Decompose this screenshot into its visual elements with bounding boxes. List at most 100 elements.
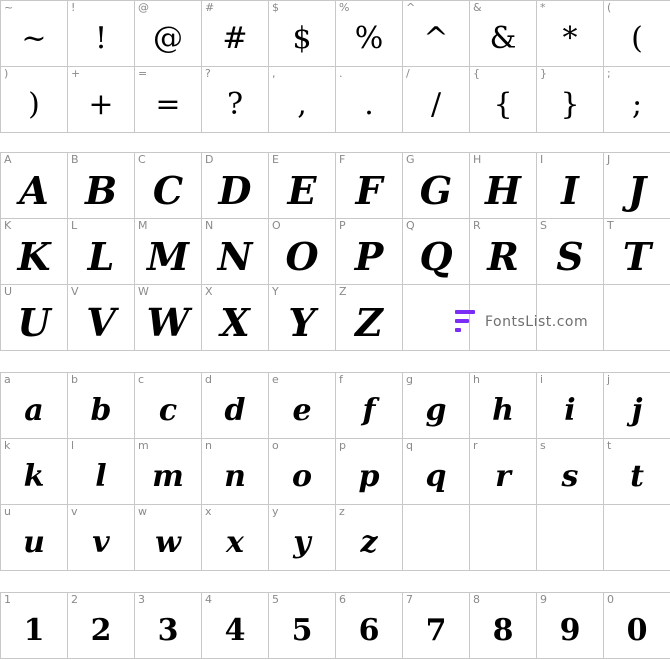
glyph-sample: ! [94, 21, 108, 56]
glyph-sample: C [152, 168, 184, 213]
empty-cell [604, 505, 670, 571]
uppercase-cell: NN [202, 219, 269, 285]
symbol-cell: (( [604, 1, 670, 67]
empty-cell [403, 505, 470, 571]
digit-cell: 44 [202, 593, 269, 659]
digit-cell: 66 [336, 593, 403, 659]
glyph-sample: b [90, 393, 112, 428]
glyph-sample: t [630, 459, 644, 494]
lowercase-cell: oo [269, 439, 336, 505]
uppercase-cell: QQ [403, 219, 470, 285]
uppercase-cell: PP [336, 219, 403, 285]
symbol-cell: / / [403, 67, 470, 133]
glyph-sample: Q [419, 234, 453, 279]
symbol-cell: !! [68, 1, 135, 67]
digits-section: 11223344556677889900 [0, 592, 670, 659]
glyph-sample: U [17, 300, 51, 345]
lowercase-cell: ss [537, 439, 604, 505]
symbol-cell: {{ [470, 67, 537, 133]
glyph-sample: ; [631, 87, 643, 122]
lowercase-cell: pp [336, 439, 403, 505]
uppercase-cell: FF [336, 153, 403, 219]
glyph-sample: V [86, 300, 116, 345]
digit-cell: 33 [135, 593, 202, 659]
uppercase-cell: HH [470, 153, 537, 219]
uppercase-cell: ZZ [336, 285, 403, 351]
glyph-sample: ( [631, 21, 643, 56]
glyph-sample: I [561, 168, 579, 213]
glyph-sample: r [495, 459, 511, 494]
symbol-cell: .. [336, 67, 403, 133]
glyph-sample: u [23, 525, 45, 560]
uppercase-cell: RR [470, 219, 537, 285]
digit-cell: 11 [1, 593, 68, 659]
glyph-sample: . [364, 87, 374, 122]
symbol-cell: ~ ~ [1, 1, 68, 67]
lowercase-cell: kk [1, 439, 68, 505]
uppercase-cell: II [537, 153, 604, 219]
uppercase-cell: JJ [604, 153, 670, 219]
lowercase-cell: aa [1, 373, 68, 439]
glyph-sample: 6 [358, 613, 380, 648]
glyph-sample: + [88, 87, 114, 122]
glyph-sample: Y [288, 300, 316, 345]
glyph-sample: l [95, 459, 107, 494]
glyph-sample: R [487, 234, 519, 279]
glyph-sample: p [358, 459, 380, 494]
lowercase-grid: aabbccddeeffgghhiijj kkllmmnnooppqqrrsstt… [0, 372, 670, 571]
glyph-sample: O [285, 234, 319, 279]
glyph-sample: w [155, 525, 181, 560]
symbol-cell: + + [68, 67, 135, 133]
empty-cell [470, 505, 537, 571]
symbols-section: ~ ~!! @ @ # # $ $%% ^ ^ & & * *(()) + + = =??,,.. / /{{}};; [0, 0, 670, 133]
lowercase-cell: zz [336, 505, 403, 571]
glyph-sample: z [360, 525, 378, 560]
glyph-sample: D [218, 168, 252, 213]
lowercase-cell: vv [68, 505, 135, 571]
glyph-sample [604, 515, 670, 570]
uppercase-cell: SS [537, 219, 604, 285]
glyph-sample [604, 295, 670, 350]
glyph-sample: x [226, 525, 244, 560]
digit-cell: 55 [269, 593, 336, 659]
glyph-sample [537, 515, 603, 570]
uppercase-cell: TT [604, 219, 670, 285]
uppercase-cell: YY [269, 285, 336, 351]
glyph-sample [470, 515, 536, 570]
glyph-sample: ) [28, 87, 40, 122]
glyph-sample: P [354, 234, 384, 279]
uppercase-cell: BB [68, 153, 135, 219]
glyph-sample: 2 [90, 613, 112, 648]
lowercase-cell: xx [202, 505, 269, 571]
uppercase-cell: KK [1, 219, 68, 285]
fontslist-watermark: FontsList.com [455, 310, 588, 334]
uppercase-cell: AA [1, 153, 68, 219]
glyph-sample: % [354, 21, 384, 56]
glyph-sample: 8 [492, 613, 514, 648]
glyph-sample: 4 [224, 613, 246, 648]
lowercase-cell: qq [403, 439, 470, 505]
uppercase-cell: OO [269, 219, 336, 285]
symbol-cell: $ $ [269, 1, 336, 67]
lowercase-cell: rr [470, 439, 537, 505]
glyph-sample: 1 [23, 613, 45, 648]
symbol-cell: * * [537, 1, 604, 67]
lowercase-cell: hh [470, 373, 537, 439]
uppercase-cell: UU [1, 285, 68, 351]
glyph-sample: } [560, 87, 580, 122]
glyph-sample: i [564, 393, 576, 428]
glyph-sample: W [146, 300, 190, 345]
glyph-sample [403, 515, 469, 570]
lowercase-cell: ii [537, 373, 604, 439]
symbol-cell: %% [336, 1, 403, 67]
empty-cell [604, 285, 670, 351]
glyph-sample: e [292, 393, 312, 428]
symbol-cell: ;; [604, 67, 670, 133]
lowercase-cell: jj [604, 373, 670, 439]
glyph-sample: $ [292, 21, 312, 56]
symbol-cell: # # [202, 1, 269, 67]
glyph-sample: { [493, 87, 513, 122]
glyph-sample: d [224, 393, 246, 428]
uppercase-cell: MM [135, 219, 202, 285]
lowercase-cell: nn [202, 439, 269, 505]
